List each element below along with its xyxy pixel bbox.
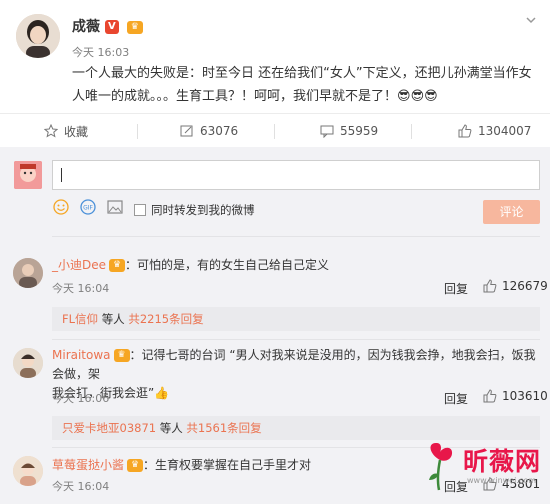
my-avatar[interactable]: [14, 161, 42, 189]
comment-avatar-image: [13, 348, 43, 378]
comment-body: _小迪Dee ♛ ：可怕的是，有的女生自己给自己定义: [52, 256, 329, 275]
comment-input[interactable]: [52, 160, 540, 190]
sub-replies-summary: FL信仰 等人 共2215条回复: [62, 311, 204, 327]
post-text: 一个人最大的失败是：时至今日 还在给我们“女人”下定义，还把儿孙满堂当作女 人唯…: [72, 62, 542, 108]
comment-body: 草莓蛋挞小酱 ♛ ：生育权要掌握在自己手里才对: [52, 456, 311, 475]
my-avatar-image: [14, 161, 42, 189]
favorite-label: 收藏: [64, 124, 89, 139]
comment-user[interactable]: 草莓蛋挞小酱: [52, 458, 124, 472]
comment-text: ：生育权要掌握在自己手里才对: [143, 458, 312, 472]
text-caret: [61, 168, 62, 182]
divider: [411, 124, 412, 139]
reply-button[interactable]: 回复: [444, 280, 468, 297]
comment-like-count: 103610: [502, 389, 548, 403]
watermark-url: www.ixinwei.com: [467, 476, 537, 485]
thumbs-up-icon: [483, 279, 497, 293]
watermark-title: 昕薇网: [463, 447, 542, 476]
emoji-icon[interactable]: [53, 199, 69, 218]
comment-icon: [320, 125, 334, 138]
sync-repost-option[interactable]: 同时转发到我的微博: [134, 202, 255, 218]
thumbs-up-icon: [483, 389, 497, 403]
verified-v-icon: V: [104, 20, 119, 34]
reply-button[interactable]: 回复: [444, 390, 468, 407]
post-author-name[interactable]: 成薇: [72, 19, 100, 35]
comment-time: 今天 16:06: [52, 392, 110, 405]
sub-reply-user[interactable]: FL信仰: [62, 312, 98, 326]
comment-like-count: 126679: [502, 279, 548, 293]
comment-user[interactable]: Miraitowa: [52, 348, 111, 362]
rose-logo-icon: [429, 442, 453, 491]
comment-button[interactable]: 55959: [320, 114, 378, 148]
sub-reply-more-link[interactable]: 共1561条回复: [186, 421, 261, 435]
vip-crown-icon: ♛: [127, 459, 144, 472]
svg-text:GIF: GIF: [83, 205, 93, 212]
author-avatar-image: [16, 14, 60, 58]
comment-avatar[interactable]: [13, 456, 43, 486]
comment-time: 今天 16:04: [52, 282, 110, 295]
sub-replies-summary: 只爱卡地亚03871 等人 共1561条回复: [62, 420, 262, 436]
comment-count: 55959: [340, 124, 379, 138]
cool-emoji-icon: 😎😎😎: [397, 89, 438, 104]
favorite-button[interactable]: 收藏: [44, 114, 88, 148]
sync-label: 同时转发到我的微博: [151, 203, 255, 217]
comment-body: Miraitowa ♛ ：记得七哥的台词 “男人对我来说是没用的，因为钱我会挣，地我…: [52, 346, 542, 403]
post-text-line2: 人唯一的成就。。。生育工具？！呵呵，我们早就不是了！😎😎😎: [72, 85, 542, 108]
post-text-line1: 一个人最大的失败是：时至今日 还在给我们“女人”下定义，还把儿孙满堂当作女: [72, 66, 532, 81]
star-icon: [44, 124, 58, 138]
thumbs-up-icon: [458, 124, 472, 138]
sub-reply-user[interactable]: 只爱卡地亚03871: [62, 421, 156, 435]
comment-avatar-image: [13, 258, 43, 288]
comment-text-line1: Miraitowa ♛ ：记得七哥的台词 “男人对我来说是没用的，因为钱我会挣，地我…: [52, 346, 542, 384]
vip-crown-icon: ♛: [113, 349, 130, 362]
comment-text-line2: 我会打，街我会逛”👍: [52, 384, 542, 403]
repost-icon: [180, 125, 193, 137]
repost-button[interactable]: 63076: [180, 114, 238, 148]
like-button[interactable]: 1304007: [458, 114, 531, 148]
sub-reply-mid: 等人: [159, 421, 183, 435]
image-icon[interactable]: [107, 200, 123, 217]
comment-like-button[interactable]: 126679: [483, 279, 548, 293]
sync-checkbox[interactable]: [134, 204, 146, 216]
post-comment-button[interactable]: 评论: [483, 200, 540, 224]
comment-user[interactable]: _小迪Dee: [52, 258, 106, 272]
more-chevron-icon[interactable]: [525, 14, 537, 26]
comment-text: ：可怕的是，有的女生自己给自己定义: [125, 258, 330, 272]
divider: [274, 124, 275, 139]
comment-time: 今天 16:04: [52, 480, 110, 493]
author-avatar[interactable]: [16, 14, 60, 58]
comment-avatar[interactable]: [13, 258, 43, 288]
site-watermark: 昕薇网 www.ixinwei.com: [415, 440, 550, 504]
post-text-line2-text: 人唯一的成就。。。生育工具？！呵呵，我们早就不是了！: [72, 89, 398, 104]
comment-avatar[interactable]: [13, 348, 43, 378]
repost-count: 63076: [200, 124, 239, 138]
vip-crown-icon: ♛: [109, 259, 126, 272]
post-time[interactable]: 今天 16:03: [72, 44, 129, 60]
like-count: 1304007: [478, 124, 532, 138]
vip-crown-icon: ♛: [126, 20, 143, 34]
comment-avatar-image: [13, 456, 43, 486]
gif-icon[interactable]: GIF: [79, 199, 97, 218]
sub-replies-box[interactable]: 只爱卡地亚03871 等人 共1561条回复: [52, 416, 540, 440]
divider: [137, 124, 138, 139]
sub-replies-box[interactable]: FL信仰 等人 共2215条回复: [52, 307, 540, 331]
divider: [52, 339, 540, 340]
sub-reply-more-link[interactable]: 共2215条回复: [128, 312, 203, 326]
post-author[interactable]: 成薇 V ♛: [72, 16, 143, 36]
post-action-bar: 收藏 63076 55959 1304007: [0, 113, 550, 148]
divider: [52, 236, 540, 237]
sub-reply-mid: 等人: [101, 312, 125, 326]
thumbs-up-emoji-icon: 👍: [154, 386, 170, 400]
comment-like-button[interactable]: 103610: [483, 389, 548, 403]
